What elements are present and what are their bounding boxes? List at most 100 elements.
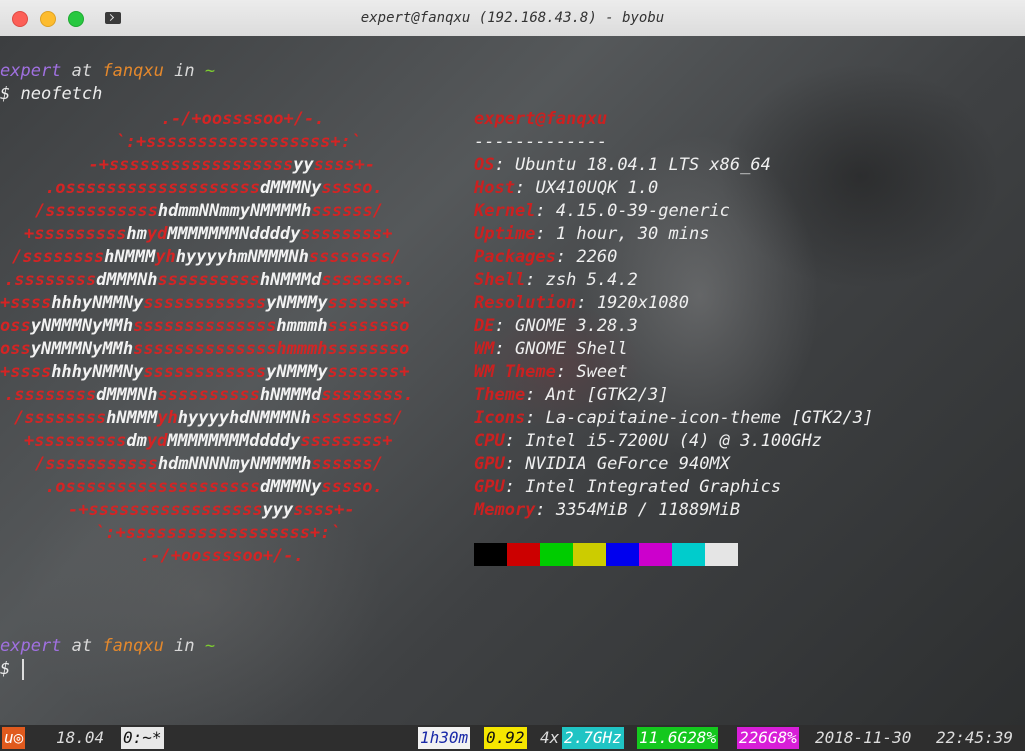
os-version: 18.04 — [56, 728, 105, 747]
ubuntu-icon: u◎ — [2, 727, 26, 749]
ascii-logo-line: -+ssssssssssssssssssyyssss+- — [68, 155, 376, 175]
prompt-at: at — [71, 61, 93, 81]
info-value: Intel Integrated Graphics — [525, 477, 782, 497]
color-swatch — [474, 543, 507, 566]
uptime: 1h30m — [418, 727, 471, 749]
info-key: CPU — [474, 431, 505, 451]
prompt-in: in — [174, 636, 195, 656]
prompt-line-1: expert at fanqxu in ~ — [0, 60, 215, 83]
ascii-logo-line: +sssshhhyNMMNyssssssssssssyNMMMysssssss+ — [0, 293, 410, 313]
window-tab[interactable]: 0:~* — [121, 727, 164, 749]
ascii-logo-line: ossyNMMMNyMMhsssssssssssssshmmmhssssssso — [0, 316, 410, 336]
info-key: GPU — [474, 477, 505, 497]
prompt-dir: ~ — [204, 61, 216, 81]
ascii-logo-line: /ssssssssssshdmNNNNmyNMMMMhssssss/ — [35, 454, 384, 474]
info-value: Sweet — [576, 362, 628, 382]
info-value: UX410UQK 1.0 — [535, 178, 659, 198]
info-key: Uptime — [474, 224, 536, 244]
prompt-symbol: $ — [0, 84, 11, 104]
info-row: GPU: Intel Integrated Graphics — [474, 477, 782, 497]
color-swatch — [672, 543, 705, 566]
window-title: expert@fanqxu (192.168.43.8) - byobu — [360, 10, 665, 26]
ascii-logo-line: +sssssssssdmydMMMMMMMMddddyssssssss+ — [24, 431, 393, 451]
info-value: GNOME 3.28.3 — [514, 316, 638, 336]
color-swatch — [606, 543, 639, 566]
ascii-logo-line: /sssssssshNMMMyhhyyyyhmNMMMNhssssssss/ — [12, 247, 401, 267]
info-key: OS — [474, 155, 495, 175]
ascii-logo-line: .-/+oossssoo+/-. — [140, 546, 304, 566]
prompt-in: in — [174, 61, 195, 81]
ascii-logo-line: +ssssssssshmydMMMMMMMNddddyssssssss+ — [24, 224, 393, 244]
info-row: OS: Ubuntu 18.04.1 LTS x86_64 — [474, 155, 771, 175]
ascii-logo-line: ossyNMMMNyMMhsssssssssssssshmmmhssssssso — [0, 339, 410, 359]
info-value: 1 hour, 30 mins — [555, 224, 710, 244]
info-key: Host — [474, 178, 515, 198]
prompt-dir: ~ — [204, 636, 216, 656]
ascii-logo-line: .osssssssssssssssssssdMMMNysssso. — [45, 477, 383, 497]
info-row: Packages: 2260 — [474, 247, 618, 267]
prompt-symbol: $ — [0, 659, 11, 679]
info-key: WM Theme — [474, 362, 556, 382]
input-line[interactable]: $ — [0, 658, 10, 681]
ascii-logo-line: /ssssssssssshdmmNNmmyNMMMMhssssss/ — [35, 201, 384, 221]
info-key: Icons — [474, 408, 526, 428]
info-header: expert@fanqxu — [474, 109, 608, 129]
disk-percent: 8% — [777, 728, 797, 747]
info-row: Kernel: 4.15.0-39-generic — [474, 201, 730, 221]
info-row: Resolution: 1920x1080 — [474, 293, 689, 313]
cpu-frequency: 2.7GHz — [562, 727, 624, 749]
ascii-logo-line: .ssssssssdMMMNhsssssssssshNMMMdssssssss. — [4, 270, 414, 290]
terminal-window: expert@fanqxu (192.168.43.8) - byobu exp… — [0, 0, 1025, 751]
disk-usage: 226G8% — [737, 727, 799, 749]
info-row: GPU: NVIDIA GeForce 940MX — [474, 454, 730, 474]
text-cursor — [22, 659, 24, 680]
info-value: 3354MiB / 11889MiB — [555, 500, 741, 520]
command-line: $ neofetch — [0, 83, 102, 106]
cpu-count: 4x — [540, 728, 560, 747]
info-key: Kernel — [474, 201, 536, 221]
info-key: Theme — [474, 385, 526, 405]
info-value: 2260 — [576, 247, 618, 267]
info-row: DE: GNOME 3.28.3 — [474, 316, 638, 336]
info-key: Memory — [474, 500, 536, 520]
info-value: GNOME Shell — [514, 339, 628, 359]
info-row: WM: GNOME Shell — [474, 339, 628, 359]
info-row: Host: UX410UQK 1.0 — [474, 178, 659, 198]
ascii-logo-line: `:+ssssssssssssssssss+:` — [95, 132, 362, 152]
info-row: Theme: Ant [GTK2/3] — [474, 385, 669, 405]
ascii-logo-line: +sssshhhyNMMNyssssssssssssyNMMMysssssss+ — [0, 362, 410, 382]
memory-percent: 28% — [687, 728, 717, 747]
load-average: 0.92 — [484, 727, 527, 749]
info-row: Shell: zsh 5.4.2 — [474, 270, 638, 290]
info-key: Packages — [474, 247, 556, 267]
info-row: CPU: Intel i5-7200U (4) @ 3.100GHz — [474, 431, 823, 451]
info-key: GPU — [474, 454, 505, 474]
time: 22:45:39 — [936, 728, 1014, 747]
info-row: Icons: La-capitaine-icon-theme [GTK2/3] — [474, 408, 874, 428]
info-value: 1920x1080 — [596, 293, 689, 313]
title-bar: expert@fanqxu (192.168.43.8) - byobu — [0, 0, 1025, 37]
info-row: Uptime: 1 hour, 30 mins — [474, 224, 710, 244]
prompt-host: fanqxu — [102, 61, 164, 81]
system-info: expert@fanqxu ------------- OS: Ubuntu 1… — [474, 108, 873, 522]
info-separator: ------------- — [474, 132, 608, 152]
info-value: Ubuntu 18.04.1 LTS x86_64 — [514, 155, 771, 175]
prompt-user: expert — [0, 636, 62, 656]
byobu-status-bar: u◎ 18.04 0:~* 1h30m 0.92 4x 2.7GHz 11.6G… — [0, 725, 1025, 751]
info-value: NVIDIA GeForce 940MX — [525, 454, 730, 474]
info-value: 4.15.0-39-generic — [555, 201, 730, 221]
memory-usage: 11.6G28% — [637, 727, 719, 749]
color-swatch — [573, 543, 606, 566]
prompt-host: fanqxu — [102, 636, 164, 656]
ascii-logo-line: .ssssssssdMMMNhsssssssssshNMMMdssssssss. — [4, 385, 414, 405]
info-row: WM Theme: Sweet — [474, 362, 628, 382]
info-value: Intel i5-7200U (4) @ 3.100GHz — [525, 431, 823, 451]
color-swatch — [705, 543, 738, 566]
info-key: Shell — [474, 270, 526, 290]
info-key: DE — [474, 316, 495, 336]
info-value: zsh 5.4.2 — [545, 270, 638, 290]
info-key: WM — [474, 339, 495, 359]
prompt-at: at — [71, 636, 93, 656]
ascii-logo-line: .-/+oossssoo+/-. — [130, 109, 397, 129]
memory-total: 11.6G — [639, 728, 688, 747]
